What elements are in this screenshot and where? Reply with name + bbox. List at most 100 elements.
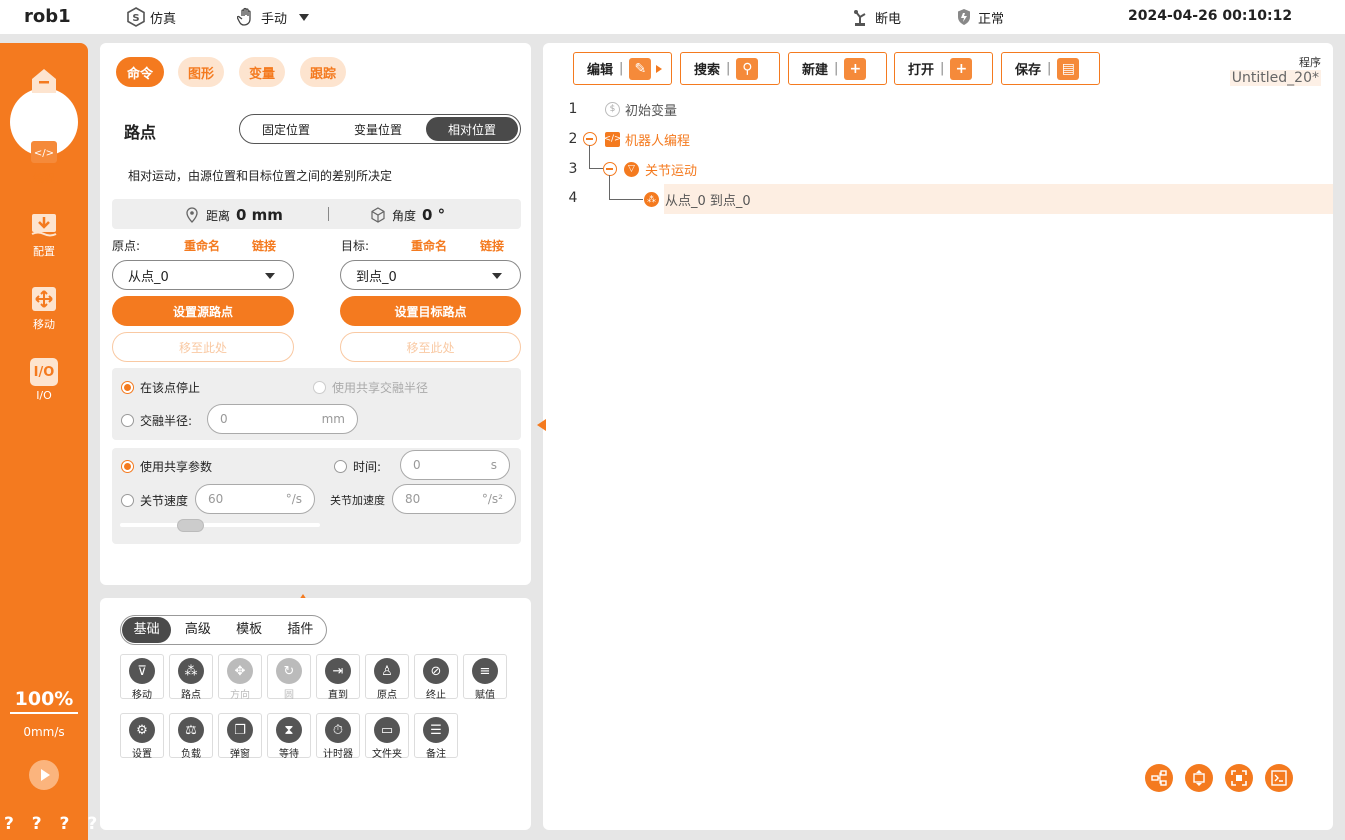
command-direction[interactable]: ✥ 方向 xyxy=(218,654,262,701)
target-rename-link[interactable]: 重命名 xyxy=(411,237,447,254)
tab-command[interactable]: 命令 xyxy=(116,57,164,87)
simulation-label: 仿真 xyxy=(150,11,177,27)
tab-variables[interactable]: 变量 xyxy=(239,57,285,87)
circle-icon: ↻ xyxy=(276,658,302,684)
time-value: 0 xyxy=(413,458,421,472)
save-button[interactable]: 保存 | ▤ xyxy=(1001,52,1100,85)
tab-trace[interactable]: 跟踪 xyxy=(300,57,346,87)
nav-programming[interactable]: </> 编程 xyxy=(0,139,88,186)
seg-fixed-position[interactable]: 固定位置 xyxy=(240,115,332,143)
target-point-select[interactable]: 到点_0 xyxy=(340,260,521,290)
mode-dropdown[interactable]: 手动 xyxy=(237,7,310,27)
program-line-3[interactable]: 3 ▽ 关节运动 xyxy=(543,154,1333,184)
command-folder[interactable]: ▭ 文件夹 xyxy=(365,713,409,760)
search-button[interactable]: 搜索 | ⚲ xyxy=(680,52,780,85)
command-settings[interactable]: ⚙ 设置 xyxy=(120,713,164,760)
time-radio[interactable]: 时间: xyxy=(334,458,381,475)
command-label: 文件夹 xyxy=(372,749,402,760)
nav-move[interactable]: 移动 xyxy=(0,285,88,332)
command-popup[interactable]: ❐ 弹窗 xyxy=(218,713,262,760)
joint-speed-input[interactable]: 60 °/s xyxy=(195,484,315,514)
tab-plugins[interactable]: 插件 xyxy=(276,617,325,643)
tab-basic[interactable]: 基础 xyxy=(122,617,172,643)
command-payload[interactable]: ⚖ 负载 xyxy=(169,713,213,760)
command-move-cmd[interactable]: ⊽ 移动 xyxy=(120,654,164,701)
origin-icon: ♙ xyxy=(374,658,400,684)
set-target-button[interactable]: 设置目标路点 xyxy=(340,296,521,326)
expand-vertical-button[interactable] xyxy=(1185,764,1213,792)
command-label: 设置 xyxy=(132,749,152,760)
tree-structure-button[interactable] xyxy=(1145,764,1173,792)
source-move-here-button[interactable]: 移至此处 xyxy=(112,332,294,362)
tab-graphics[interactable]: 图形 xyxy=(178,57,224,87)
command-wait[interactable]: ⧗ 等待 xyxy=(267,713,311,760)
datetime: 2024-04-26 00:10:12 xyxy=(1128,8,1293,24)
nav-home[interactable]: 主页 xyxy=(0,67,88,114)
command-waypoint[interactable]: ⁂ 路点 xyxy=(169,654,213,701)
nav-programming-label: 编程 xyxy=(33,172,55,185)
program-line-2[interactable]: 2 </> 机器人编程 xyxy=(543,124,1333,154)
joint-speed-radio[interactable]: 关节速度 xyxy=(121,492,188,509)
speed-slider-track[interactable] xyxy=(120,523,320,527)
seg-variable-position[interactable]: 变量位置 xyxy=(332,115,424,143)
program-line-1[interactable]: 1 $ 初始变量 xyxy=(543,94,1333,124)
collapse-icon[interactable] xyxy=(603,162,617,176)
stop-at-point-label: 在该点停止 xyxy=(140,381,201,395)
blend-radius-input[interactable]: 0 mm xyxy=(207,404,358,434)
command-halt[interactable]: ⊘ 终止 xyxy=(414,654,458,701)
nav-config[interactable]: 配置 xyxy=(0,212,88,259)
stop-at-point-radio[interactable]: 在该点停止 xyxy=(121,379,200,396)
nav-io[interactable]: I/O I/O xyxy=(0,358,88,402)
program-line-4[interactable]: 从点_0 到点_0 xyxy=(664,184,1333,214)
play-button[interactable] xyxy=(29,760,59,790)
speed-percentage[interactable]: 100% xyxy=(0,688,88,710)
power-status[interactable]: 断电 xyxy=(851,7,901,27)
tab-advanced[interactable]: 高级 xyxy=(173,617,222,643)
joint-speed-label: 关节速度 xyxy=(140,494,189,508)
speed-slider-thumb[interactable] xyxy=(177,519,204,532)
movej-icon: ▽ xyxy=(624,161,639,177)
command-circle[interactable]: ↻ 圆 xyxy=(267,654,311,701)
readout-divider xyxy=(328,207,329,221)
open-button[interactable]: 打开 | + xyxy=(894,52,993,85)
seg-relative-position[interactable]: 相对位置 xyxy=(426,117,518,141)
distance-value: 0 mm xyxy=(236,206,283,224)
source-point-select[interactable]: 从点_0 xyxy=(112,260,294,290)
joint-acc-input[interactable]: 80 °/s² xyxy=(392,484,516,514)
command-label: 弹窗 xyxy=(230,749,250,760)
simulation-toggle[interactable]: S 仿真 xyxy=(126,7,176,27)
blend-radius-radio[interactable]: 交融半径: xyxy=(121,412,192,429)
use-shared-params-radio[interactable]: 使用共享参数 xyxy=(121,458,212,475)
fit-view-button[interactable] xyxy=(1225,764,1253,792)
command-assign[interactable]: ≡ 赋值 xyxy=(463,654,507,701)
command-comment[interactable]: ☰ 备注 xyxy=(414,713,458,760)
shared-blend-label: 使用共享交融半径 xyxy=(332,381,429,395)
command-origin[interactable]: ♙ 原点 xyxy=(365,654,409,701)
target-move-here-button[interactable]: 移至此处 xyxy=(340,332,521,362)
chevron-down-icon xyxy=(492,273,502,279)
time-input[interactable]: 0 s xyxy=(400,450,510,480)
distance-angle-bar xyxy=(112,199,521,229)
svg-text:</>: </> xyxy=(34,148,54,159)
command-until[interactable]: ⇥ 直到 xyxy=(316,654,360,701)
tcp-speed: 0mm/s xyxy=(23,725,65,739)
collapse-icon[interactable] xyxy=(583,132,597,146)
source-rename-link[interactable]: 重命名 xyxy=(184,237,220,254)
target-link-link[interactable]: 链接 xyxy=(480,237,504,254)
line-number: 3 xyxy=(568,161,578,177)
set-source-button[interactable]: 设置源路点 xyxy=(112,296,294,326)
command-palette: 基础 高级 模板 插件 ⊽ 移动 ⁂ 路点 ✥ 方向 ↻ 圆 ⇥ 直到 ♙ 原点 ⊘ 终止 ≡ 赋值 ⚙ 设置 ⚖ 负… xyxy=(100,598,531,830)
tab-templates[interactable]: 模板 xyxy=(225,617,274,643)
source-link-link[interactable]: 链接 xyxy=(252,237,276,254)
new-button[interactable]: 新建 | + xyxy=(788,52,887,85)
script-view-button[interactable] xyxy=(1265,764,1293,792)
save-icon: ▤ xyxy=(1057,57,1080,80)
command-label: 终止 xyxy=(426,690,446,701)
command-timer[interactable]: ⏱ 计时器 xyxy=(316,713,360,760)
collapse-left-panel-arrow[interactable] xyxy=(537,419,546,431)
nav-config-label: 配置 xyxy=(33,245,55,258)
home-icon xyxy=(30,67,58,95)
shared-blend-radio[interactable]: 使用共享交融半径 xyxy=(313,379,428,396)
edit-button[interactable]: 编辑 | ✎ xyxy=(573,52,672,85)
blend-radius-unit: mm xyxy=(321,412,345,426)
